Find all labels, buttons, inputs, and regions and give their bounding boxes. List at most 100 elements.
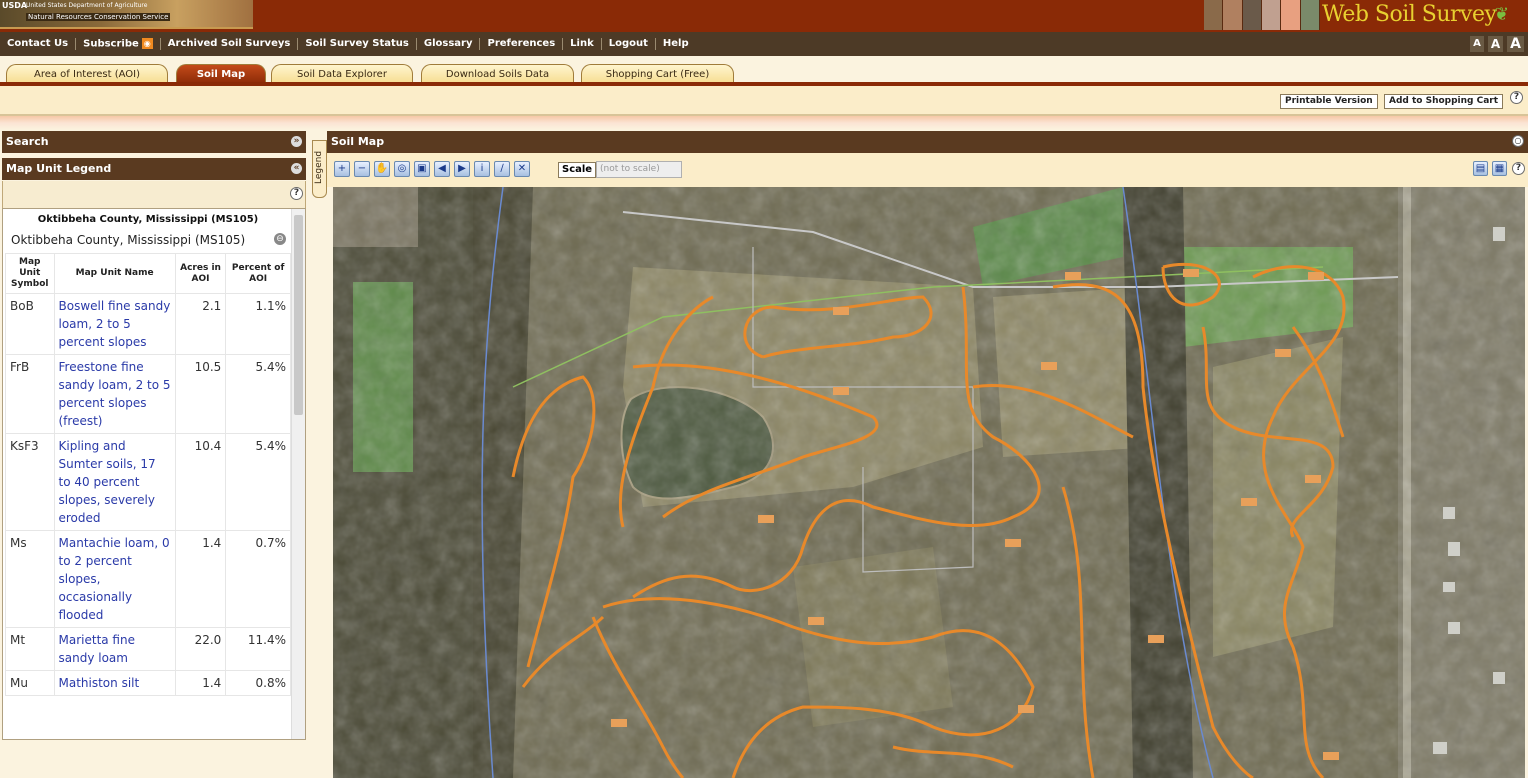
tab-shopping-cart[interactable]: Shopping Cart (Free)	[581, 64, 734, 84]
leaf-icon: ❦	[1494, 4, 1510, 25]
nav-preferences[interactable]: Preferences	[480, 38, 564, 50]
table-row: Mu Mathiston silt 1.4 0.8%	[5, 670, 291, 696]
scale-select[interactable]: (not to scale)	[596, 161, 682, 178]
soil-map-header: Soil Map ○	[327, 131, 1528, 153]
add-to-shopping-cart-button[interactable]: Add to Shopping Cart	[1384, 94, 1504, 109]
soil-label-box	[1305, 475, 1321, 483]
soil-label-box	[833, 307, 849, 315]
layers-icon[interactable]: ▦	[1492, 161, 1507, 176]
table-row: BoB Boswell fine sandy loam, 2 to 5 perc…	[5, 293, 291, 355]
zoom-to-aoi-icon[interactable]: ▣	[414, 161, 430, 177]
building	[1493, 227, 1505, 241]
acres-value: 1.4	[174, 670, 227, 696]
text-size-large[interactable]: A	[1507, 36, 1524, 52]
nav-logout[interactable]: Logout	[602, 38, 656, 50]
nav-link[interactable]: Link	[563, 38, 602, 50]
zoom-full-extent-icon[interactable]: ◎	[394, 161, 410, 177]
col-map-unit-symbol: Map Unit Symbol	[5, 253, 55, 294]
search-panel-header[interactable]: Search »	[2, 131, 306, 153]
agency-name: United States Department of Agriculture	[26, 2, 148, 9]
print-map-icon[interactable]: ▤	[1473, 161, 1488, 176]
tab-area-of-interest[interactable]: Area of Interest (AOI)	[6, 64, 168, 84]
building	[1448, 622, 1460, 634]
soil-label-box	[1275, 349, 1291, 357]
map-unit-legend: Oktibbeha County, Mississippi (MS105) Ok…	[2, 208, 306, 740]
legend-scrollbar[interactable]	[291, 209, 305, 739]
percent-value: 5.4%	[225, 433, 291, 531]
building	[1443, 582, 1455, 592]
building	[1443, 507, 1455, 519]
clear-icon[interactable]: ✕	[514, 161, 530, 177]
usda-logo[interactable]: USDA United States Department of Agricul…	[0, 0, 253, 29]
map-unit-name-link[interactable]: Freestone fine sandy loam, 2 to 5 percen…	[53, 354, 176, 434]
identify-icon[interactable]: i	[474, 161, 490, 177]
rss-icon[interactable]: ◉	[141, 37, 153, 49]
search-panel-title: Search	[6, 135, 49, 148]
table-row: KsF3 Kipling and Sumter soils, 17 to 40 …	[5, 433, 291, 531]
map-unit-name-link[interactable]: Boswell fine sandy loam, 2 to 5 percent …	[53, 293, 176, 355]
nav-subscribe[interactable]: Subscribe ◉	[76, 37, 161, 51]
building	[1433, 742, 1447, 754]
text-size-small[interactable]: A	[1470, 36, 1484, 52]
scrollbar-thumb[interactable]	[294, 215, 303, 415]
building	[1493, 672, 1505, 684]
acres-value: 2.1	[174, 293, 227, 355]
soil-map-title: Soil Map	[331, 135, 385, 148]
soil-label-box	[758, 515, 774, 523]
nav-subscribe-label[interactable]: Subscribe	[83, 38, 139, 49]
map-collapse-icon[interactable]: ○	[1512, 135, 1524, 147]
soil-label-box	[1323, 752, 1339, 760]
main-tabs: Area of Interest (AOI) Soil Map Soil Dat…	[0, 62, 1528, 84]
map-unit-symbol: KsF3	[5, 433, 55, 531]
zoom-in-icon[interactable]: +	[334, 161, 350, 177]
map-unit-name-link[interactable]: Mantachie loam, 0 to 2 percent slopes, o…	[53, 530, 176, 628]
percent-value: 1.1%	[225, 293, 291, 355]
percent-value: 11.4%	[225, 627, 291, 671]
collapse-icon[interactable]: «	[291, 163, 302, 174]
divider-shade	[0, 116, 1528, 130]
printable-version-button[interactable]: Printable Version	[1280, 94, 1378, 109]
map-unit-name-link[interactable]: Mathiston silt	[53, 670, 176, 696]
legend-county-group[interactable]: Oktibbeha County, Mississippi (MS105)	[11, 233, 245, 247]
text-size-medium[interactable]: A	[1487, 36, 1504, 52]
nav-glossary[interactable]: Glossary	[417, 38, 481, 50]
nav-archived-soil-surveys[interactable]: Archived Soil Surveys	[161, 38, 299, 50]
pan-icon[interactable]: ✋	[374, 161, 390, 177]
nav-help[interactable]: Help	[656, 38, 696, 50]
table-row: FrB Freestone fine sandy loam, 2 to 5 pe…	[5, 354, 291, 434]
tab-download-soils-data[interactable]: Download Soils Data	[421, 64, 574, 84]
expand-icon[interactable]: »	[291, 136, 302, 147]
next-view-icon[interactable]: ▶	[454, 161, 470, 177]
app-title: Web Soil Survey	[1322, 2, 1497, 27]
soil-label-box	[808, 617, 824, 625]
legend-county-heading: Oktibbeha County, Mississippi (MS105)	[37, 214, 259, 225]
col-acres-in-aoi: Acres in AOI	[174, 253, 227, 294]
map-unit-name-link[interactable]: Marietta fine sandy loam	[53, 627, 176, 671]
map-toolbar: + − ✋ ◎ ▣ ◀ ▶ i ∕ ✕ ▤ ▦ ?	[327, 153, 1528, 187]
col-map-unit-name: Map Unit Name	[53, 253, 176, 294]
agency-subname: Natural Resources Conservation Service	[26, 13, 171, 21]
building	[1448, 542, 1460, 556]
text-size-controls: A A A	[1470, 36, 1524, 52]
help-icon[interactable]: ?	[1510, 91, 1523, 104]
soil-label-box	[1018, 705, 1034, 713]
zoom-out-icon[interactable]: −	[354, 161, 370, 177]
nav-contact-us[interactable]: Contact Us	[0, 38, 77, 50]
site-header: USDA United States Department of Agricul…	[0, 0, 1528, 32]
legend-panel-header[interactable]: Map Unit Legend «	[2, 158, 306, 180]
soil-map-canvas[interactable]	[333, 187, 1525, 778]
legend-help-icon[interactable]: ?	[290, 187, 303, 200]
soil-label-box	[1241, 498, 1257, 506]
measure-icon[interactable]: ∕	[494, 161, 510, 177]
map-help-icon[interactable]: ?	[1512, 162, 1525, 175]
tab-soil-map[interactable]: Soil Map	[176, 64, 266, 84]
tab-soil-data-explorer[interactable]: Soil Data Explorer	[271, 64, 413, 84]
scale-label: Scale	[558, 162, 597, 178]
nav-soil-survey-status[interactable]: Soil Survey Status	[298, 38, 417, 50]
expand-group-icon[interactable]: ⊖	[274, 233, 286, 245]
header-photo-strip	[1204, 0, 1320, 30]
previous-view-icon[interactable]: ◀	[434, 161, 450, 177]
map-unit-name-link[interactable]: Kipling and Sumter soils, 17 to 40 perce…	[53, 433, 176, 531]
map-unit-symbol: BoB	[5, 293, 55, 355]
legend-toggle-label[interactable]: Legend	[314, 151, 324, 184]
